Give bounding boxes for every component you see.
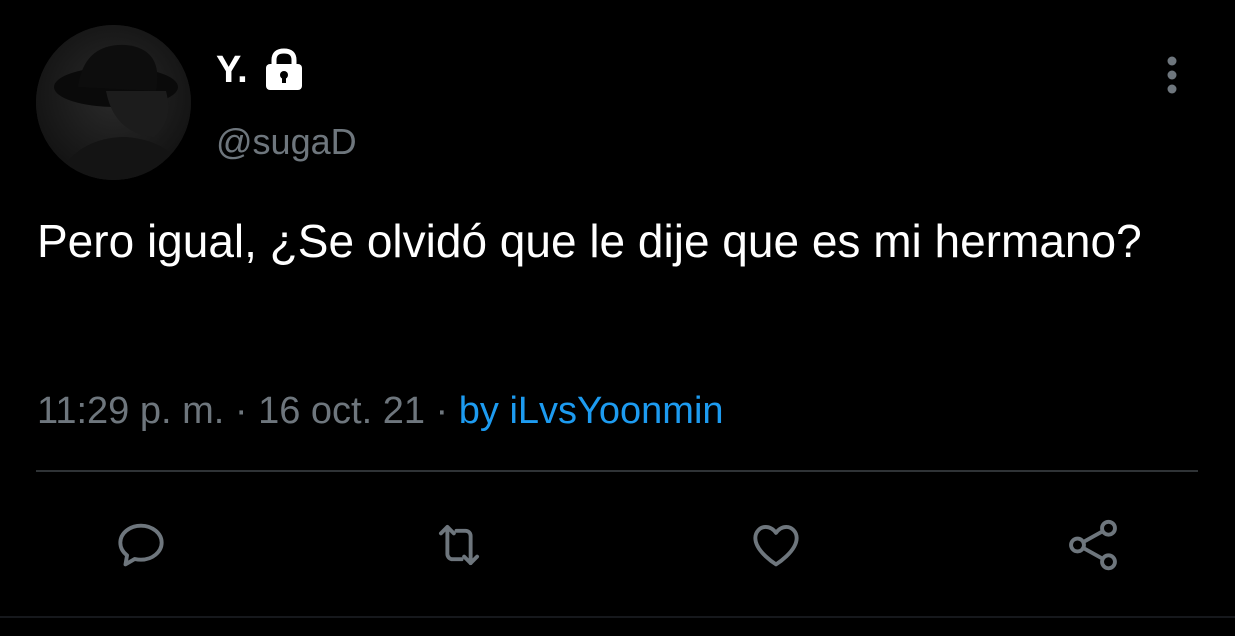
author-handle[interactable]: @sugaD: [216, 120, 357, 164]
meta-separator: ·: [424, 390, 459, 432]
meta-separator: ·: [224, 390, 259, 432]
share-icon: [1069, 519, 1117, 571]
tweet-source-link[interactable]: by iLvsYoonmin: [459, 390, 724, 432]
avatar-photo: [36, 25, 191, 180]
tweet-date[interactable]: 16 oct. 21: [258, 390, 425, 432]
reply-button[interactable]: [106, 510, 176, 580]
like-icon: [753, 524, 799, 567]
tweet-text: Pero igual, ¿Se olvidó que le dije que e…: [37, 215, 1142, 267]
more-options-icon[interactable]: [1150, 52, 1194, 98]
divider: [36, 470, 1198, 472]
like-button[interactable]: [741, 510, 811, 580]
tweet-time[interactable]: 11:29 p. m.: [37, 390, 224, 432]
reply-icon: [118, 523, 164, 567]
share-button[interactable]: [1058, 510, 1128, 580]
retweet-icon: [438, 524, 480, 566]
avatar[interactable]: [36, 25, 191, 180]
tweet-meta: 11:29 p. m. · 16 oct. 21 · by iLvsYoonmi…: [37, 386, 724, 436]
lock-icon: [260, 48, 308, 92]
bottom-divider: [0, 616, 1235, 618]
author-display-name-row[interactable]: Y.: [216, 48, 308, 92]
retweet-button[interactable]: [424, 510, 494, 580]
author-display-name: Y.: [216, 49, 248, 91]
